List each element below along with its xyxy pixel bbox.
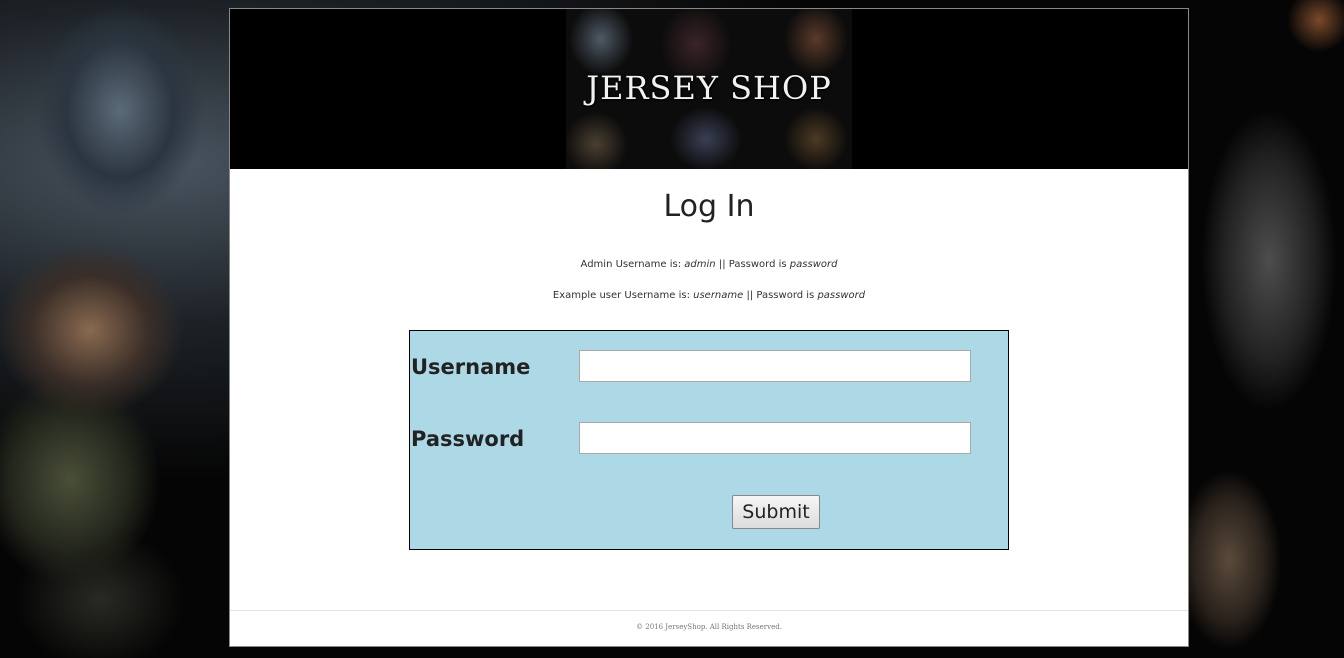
example-hint-separator: || Password is bbox=[743, 290, 818, 301]
background-athlete-collage-left bbox=[0, 0, 230, 658]
submit-button[interactable]: Submit bbox=[732, 495, 820, 529]
footer-copyright: © 2016 JerseyShop. All Rights Reserved. bbox=[636, 623, 782, 631]
footer: © 2016 JerseyShop. All Rights Reserved. bbox=[230, 610, 1188, 647]
login-form: Username Password Submit bbox=[409, 330, 1009, 550]
header-banner: JERSEY SHOP bbox=[230, 9, 1188, 169]
example-hint-password: password bbox=[817, 290, 866, 301]
admin-credentials-hint: Admin Username is: admin || Password is … bbox=[230, 258, 1188, 272]
example-hint-username: username bbox=[693, 290, 744, 301]
page-title: Log In bbox=[663, 189, 755, 224]
admin-hint-prefix: Admin Username is: bbox=[580, 259, 685, 270]
admin-hint-separator: || Password is bbox=[715, 259, 790, 270]
example-credentials-hint: Example user Username is: username || Pa… bbox=[230, 289, 1188, 303]
admin-hint-username: admin bbox=[684, 259, 716, 270]
admin-hint-password: password bbox=[789, 259, 838, 270]
password-input[interactable] bbox=[579, 422, 971, 454]
username-input[interactable] bbox=[579, 350, 971, 382]
username-label: Username bbox=[411, 355, 531, 379]
password-label: Password bbox=[411, 427, 525, 451]
page-container: JERSEY SHOP Log In Admin Username is: ad… bbox=[229, 8, 1189, 647]
brand-logo-text[interactable]: JERSEY SHOP bbox=[230, 69, 1188, 107]
example-hint-prefix: Example user Username is: bbox=[552, 290, 694, 301]
background-athlete-collage-right bbox=[1189, 0, 1344, 658]
